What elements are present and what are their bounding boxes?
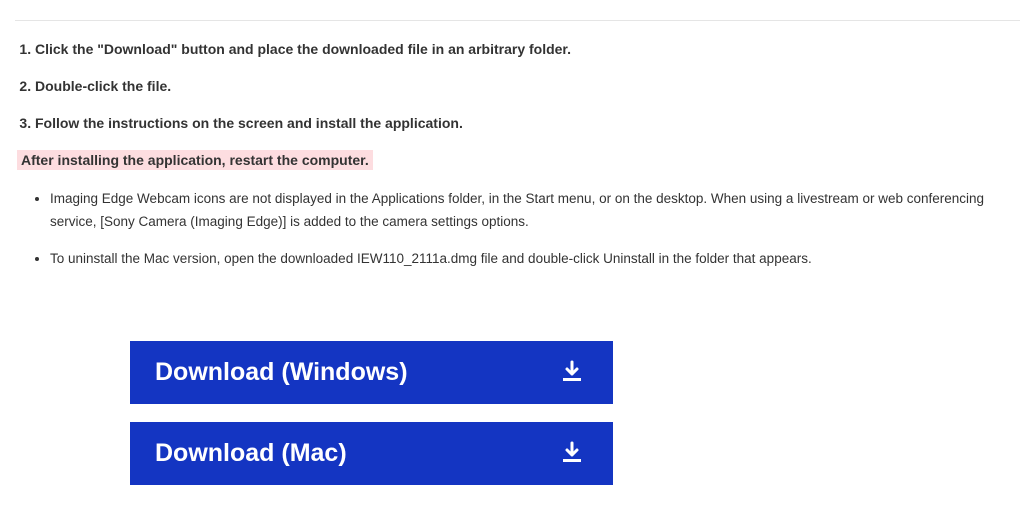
download-icon: [559, 440, 585, 466]
step-item: Double-click the file.: [35, 76, 1020, 97]
note-item: Imaging Edge Webcam icons are not displa…: [50, 188, 1020, 234]
step-item: Click the "Download" button and place th…: [35, 39, 1020, 60]
note-item: To uninstall the Mac version, open the d…: [50, 248, 1020, 271]
restart-notice: After installing the application, restar…: [17, 150, 373, 170]
download-mac-label: Download (Mac): [155, 439, 347, 468]
download-windows-label: Download (Windows): [155, 358, 408, 387]
notes-list: Imaging Edge Webcam icons are not displa…: [15, 188, 1020, 271]
download-buttons-container: Download (Windows) Download (Mac): [15, 341, 1020, 485]
install-steps-list: Click the "Download" button and place th…: [15, 39, 1020, 134]
step-item: Follow the instructions on the screen an…: [35, 113, 1020, 134]
download-windows-button[interactable]: Download (Windows): [130, 341, 613, 404]
separator-line: [15, 20, 1020, 21]
download-icon: [559, 359, 585, 385]
download-mac-button[interactable]: Download (Mac): [130, 422, 613, 485]
